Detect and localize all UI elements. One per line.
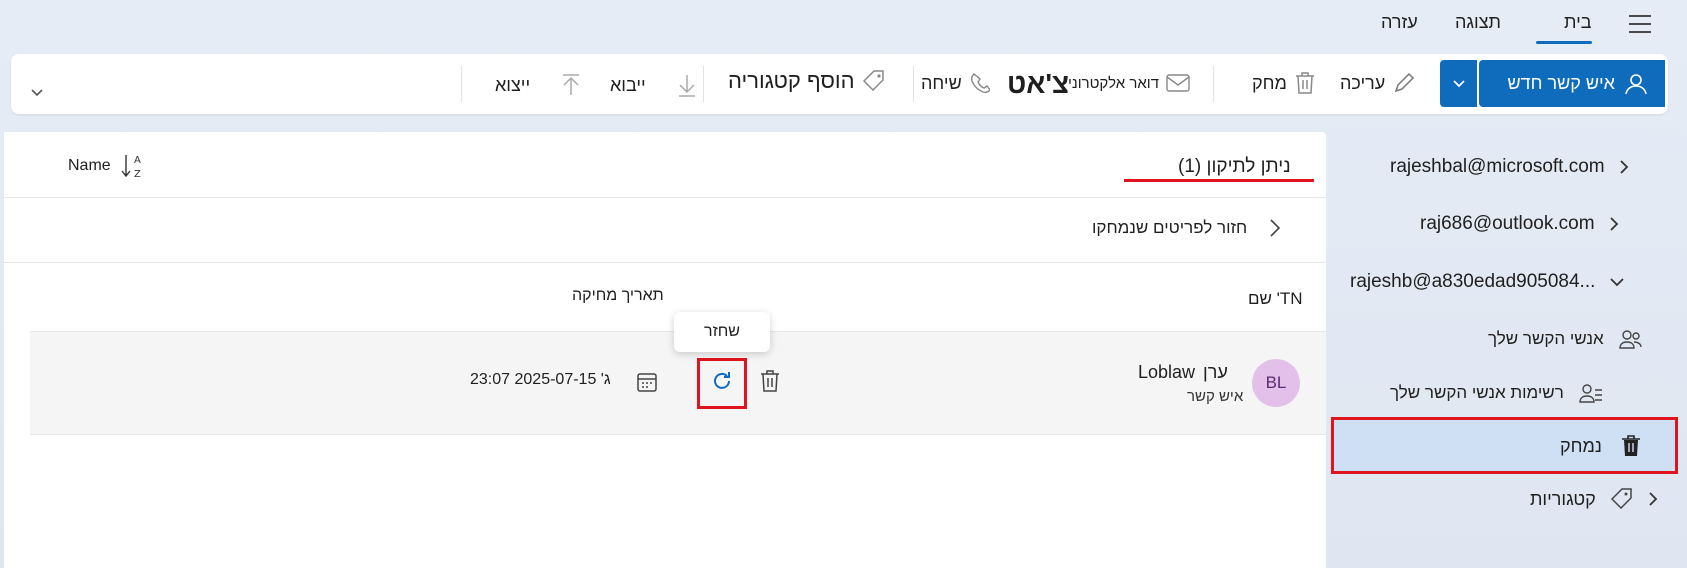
sidebar-item-categories[interactable]: קטגוריות (1530, 487, 1658, 511)
divider (4, 197, 1326, 198)
svg-text:Z: Z (134, 169, 141, 180)
sidebar-account-outlook[interactable]: raj686@outlook.com (1420, 213, 1619, 235)
column-header-deleted-date[interactable]: תאריך מחיקה (572, 287, 664, 305)
new-contact-dropdown-button[interactable] (1440, 60, 1477, 107)
new-contact-label: איש קשר חדש (1507, 73, 1615, 93)
sidebar-item-label: נמחק (1560, 435, 1602, 456)
sidebar-item-your-contacts[interactable]: אנשי הקשר שלך (1488, 328, 1644, 350)
trash-icon (758, 368, 782, 394)
contact-name: Loblaw ערן (1138, 362, 1228, 383)
account-label: rajeshbal@microsoft.com (1390, 156, 1605, 177)
tag-icon (861, 68, 887, 94)
contact-first-name: ערן (1203, 362, 1228, 382)
trash-icon (1293, 70, 1317, 96)
contact-type: איש קשר (1187, 388, 1244, 405)
back-label: חזור לפריטים שנמחקו (1092, 218, 1248, 237)
chevron-down-icon (1609, 277, 1625, 287)
account-label: rajeshb@a830edad905084... (1350, 271, 1596, 292)
ribbon-divider (913, 66, 914, 102)
avatar: BL (1252, 359, 1300, 407)
edit-button[interactable]: עריכה (1340, 70, 1417, 96)
tab-view[interactable]: תצוגה (1455, 12, 1501, 33)
chevron-right-icon (1269, 218, 1281, 238)
people-icon (1618, 328, 1644, 350)
ribbon-divider (1213, 66, 1214, 102)
svg-text:A: A (134, 155, 141, 166)
header-title-underline (1124, 179, 1314, 182)
add-contact-icon (1623, 72, 1649, 96)
export-label: ייצוא (495, 74, 531, 95)
ribbon-collapse-chevron-icon[interactable] (30, 88, 44, 98)
active-tab-indicator (1536, 41, 1592, 44)
chat-label: צ'אט (1007, 68, 1070, 99)
sidebar-account-expanded[interactable]: rajeshb@a830edad905084... (1350, 271, 1625, 293)
tab-home[interactable]: בית (1564, 12, 1592, 33)
sidebar-item-label: קטגוריות (1530, 488, 1596, 509)
pencil-icon (1391, 70, 1417, 96)
ribbon-divider (703, 66, 704, 102)
call-button[interactable]: שיחה (921, 72, 990, 94)
restore-tooltip: שחזר (674, 312, 770, 352)
new-contact-button[interactable]: איש קשר חדש (1479, 60, 1665, 107)
contact-last-name: Loblaw (1138, 362, 1196, 382)
upload-arrow-icon (560, 72, 582, 98)
people-list-icon (1578, 382, 1604, 404)
email-button[interactable]: דואר אלקטרוני (1068, 72, 1191, 94)
tab-help[interactable]: עזרה (1381, 12, 1418, 33)
chevron-right-icon (1609, 216, 1619, 232)
restore-arrow-icon (710, 369, 734, 393)
sort-button[interactable]: Name AZ (68, 152, 145, 180)
delete-label: מחק (1252, 72, 1287, 93)
ribbon-divider (461, 66, 462, 102)
delete-button[interactable]: מחק (1252, 70, 1317, 96)
account-label: raj686@outlook.com (1420, 213, 1595, 234)
sidebar-item-deleted[interactable]: נמחק (1560, 434, 1642, 458)
calendar-icon (635, 370, 659, 394)
tag-icon (1610, 487, 1634, 511)
phone-icon (968, 72, 990, 94)
back-to-deleted-items-link[interactable]: חזור לפריטים שנמחקו (1092, 218, 1281, 238)
add-category-label: הוסף קטגוריה (728, 68, 855, 93)
deleted-date-value: ג' 2025-07-15 23:07 (470, 371, 611, 388)
list-header-title: ניתן לתיקון (1) (1178, 156, 1291, 177)
edit-label: עריכה (1340, 72, 1386, 93)
sort-label: Name (68, 157, 111, 174)
restore-button[interactable] (710, 369, 734, 393)
hamburger-menu-icon[interactable] (1628, 14, 1652, 34)
trash-icon (1620, 434, 1642, 458)
add-category-button[interactable]: הוסף קטגוריה (728, 68, 887, 94)
chevron-right-icon (1648, 491, 1658, 507)
chevron-right-icon (1619, 159, 1629, 175)
chevron-down-icon (1452, 79, 1466, 89)
sort-az-icon: AZ (119, 152, 145, 180)
import-label: ייבוא (610, 74, 646, 95)
sidebar-item-label: אנשי הקשר שלך (1488, 329, 1604, 348)
sidebar-item-label: רשימות אנשי הקשר שלך (1390, 383, 1564, 402)
export-button[interactable]: ייצוא (495, 72, 582, 98)
import-button[interactable]: ייבוא (610, 72, 698, 98)
sidebar-item-contact-lists[interactable]: רשימות אנשי הקשר שלך (1390, 382, 1604, 404)
call-label: שיחה (921, 72, 962, 93)
sidebar-account-microsoft[interactable]: rajeshbal@microsoft.com (1390, 156, 1629, 178)
divider (4, 262, 1326, 263)
column-header-name[interactable]: שם 'TN (1248, 289, 1303, 309)
chat-button[interactable]: צ'אט (1007, 68, 1069, 100)
email-label: דואר אלקטרוני (1068, 74, 1160, 92)
mail-icon (1165, 72, 1191, 94)
download-arrow-icon (676, 72, 698, 98)
delete-permanently-button[interactable] (758, 368, 782, 394)
